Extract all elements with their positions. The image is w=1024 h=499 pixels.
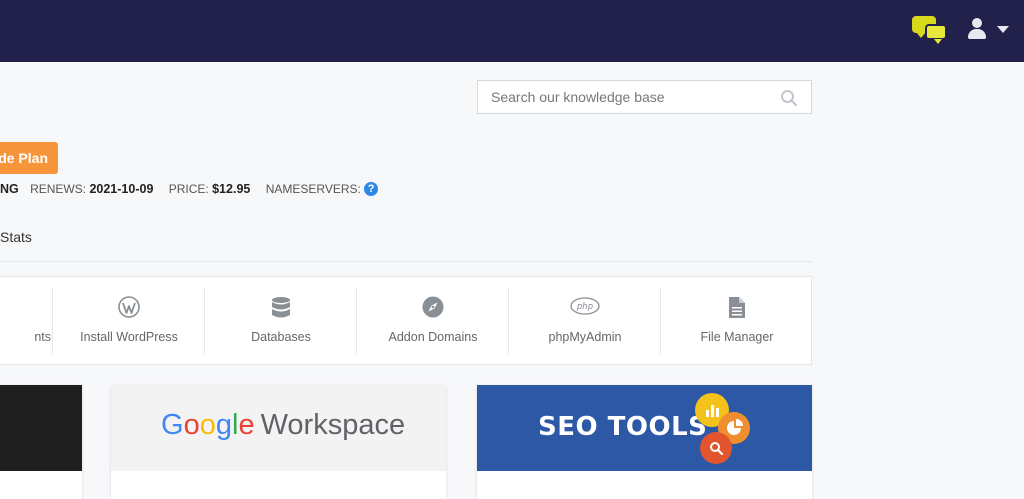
file-icon [729, 297, 745, 318]
price-label: PRICE: [168, 181, 209, 196]
search-icon[interactable] [780, 89, 798, 107]
tool-install-wordpress[interactable]: Install WordPress [53, 277, 205, 364]
tool-label: Addon Domains [388, 330, 478, 344]
promo-card-google-workspace[interactable]: Google Workspace [111, 385, 446, 499]
tool-label: nts [34, 330, 51, 344]
plan-status-value: NG [0, 181, 19, 196]
renews-label: RENEWS: [30, 181, 87, 196]
php-icon: php [570, 297, 600, 315]
tool-file-manager[interactable]: File Manager [661, 277, 813, 364]
seo-graphics-icon [695, 393, 750, 464]
top-navbar [0, 0, 1024, 62]
quick-tools-bar: nts Install WordPress Databases Addon Do… [0, 276, 812, 365]
seo-tools-title: SEO TOOLS [538, 412, 708, 442]
tab-stats[interactable]: Stats [0, 229, 32, 245]
database-icon [272, 297, 290, 318]
logo-letter: g [215, 409, 232, 441]
upgrade-plan-button[interactable]: de Plan [0, 142, 58, 174]
tool-phpmyadmin[interactable]: php phpMyAdmin [509, 277, 661, 364]
compass-icon [422, 296, 444, 318]
promo-banner: SEO TOOLS [477, 385, 812, 471]
account-info-row: NG RENEWS: 2021-10-09 PRICE: $12.95 NAME… [0, 181, 379, 197]
help-icon[interactable]: ? [364, 181, 379, 196]
caret-down-icon [997, 26, 1009, 33]
tool-databases[interactable]: Databases [205, 277, 357, 364]
tool-addon-domains[interactable]: Addon Domains [357, 277, 509, 364]
promo-banner [0, 385, 82, 471]
logo-letter: o [183, 409, 200, 441]
price-value: $12.95 [212, 181, 251, 196]
user-icon [972, 18, 982, 28]
logo-letter: G [161, 409, 184, 441]
wordpress-icon [118, 296, 140, 318]
chat-bubble-front [925, 24, 947, 44]
user-icon-body [968, 29, 986, 39]
tool-label: Databases [251, 330, 311, 344]
renews-value: 2021-10-09 [89, 181, 154, 196]
promo-banner: Google Workspace [111, 385, 446, 471]
tool-accounts[interactable]: nts [0, 277, 51, 364]
tool-label: phpMyAdmin [548, 330, 622, 344]
logo-letter: o [199, 409, 216, 441]
tool-label: File Manager [700, 330, 774, 344]
search-input[interactable] [478, 81, 768, 113]
promo-card-dark[interactable] [0, 385, 82, 499]
knowledge-base-search [477, 80, 812, 114]
chat-bubbles-icon[interactable] [910, 14, 950, 44]
tab-divider [0, 261, 812, 262]
promo-card-seo-tools[interactable]: SEO TOOLS [477, 385, 812, 499]
user-menu-button[interactable] [966, 16, 1016, 44]
logo-product: Workspace [260, 409, 406, 441]
logo-letter: e [238, 409, 255, 441]
svg-text:php: php [576, 302, 593, 312]
google-workspace-logo: Google Workspace [161, 409, 405, 442]
tool-label: Install WordPress [80, 330, 178, 344]
nameservers-label: NAMESERVERS: [265, 181, 361, 196]
